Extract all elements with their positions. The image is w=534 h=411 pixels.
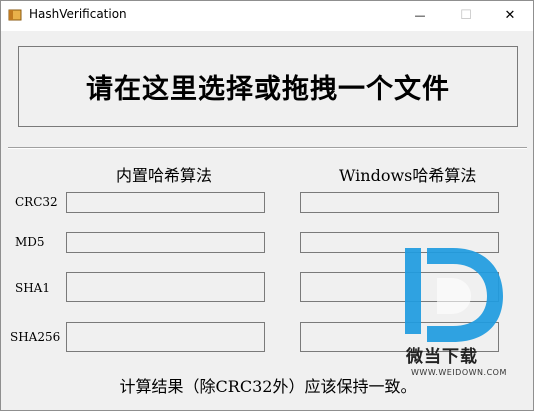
md5-label: MD5 (15, 235, 45, 249)
maximize-icon: ☐ (460, 8, 472, 23)
watermark-title: 微当下载 (406, 347, 478, 367)
app-window: HashVerification — ☐ ✕ 请在这里选择或拖拽一个文件 内置哈… (0, 0, 534, 411)
drop-zone-label: 请在这里选择或拖拽一个文件 (86, 74, 450, 105)
section-divider (8, 147, 527, 149)
sha256-builtin-field[interactable] (66, 322, 265, 352)
minimize-icon: — (414, 9, 426, 22)
app-icon (8, 9, 22, 21)
sha1-label: SHA1 (15, 281, 50, 295)
watermark-url: WWW.WEIDOWN.COM (411, 368, 507, 377)
close-icon: ✕ (504, 8, 516, 23)
windows-hash-header: Windows哈希算法 (339, 166, 477, 185)
title-bar[interactable]: HashVerification — ☐ ✕ (1, 1, 533, 31)
crc32-label: CRC32 (15, 195, 58, 209)
file-drop-zone[interactable]: 请在这里选择或拖拽一个文件 (18, 46, 518, 127)
close-button[interactable]: ✕ (487, 1, 533, 30)
md5-builtin-field[interactable] (66, 232, 265, 253)
maximize-button: ☐ (443, 1, 489, 30)
sha256-label: SHA256 (10, 330, 61, 344)
builtin-hash-header: 内置哈希算法 (116, 166, 213, 185)
crc32-builtin-field[interactable] (66, 192, 265, 213)
window-title: HashVerification (29, 7, 127, 21)
sha1-builtin-field[interactable] (66, 272, 265, 302)
minimize-button[interactable]: — (397, 1, 443, 30)
crc32-windows-field[interactable] (300, 192, 499, 213)
